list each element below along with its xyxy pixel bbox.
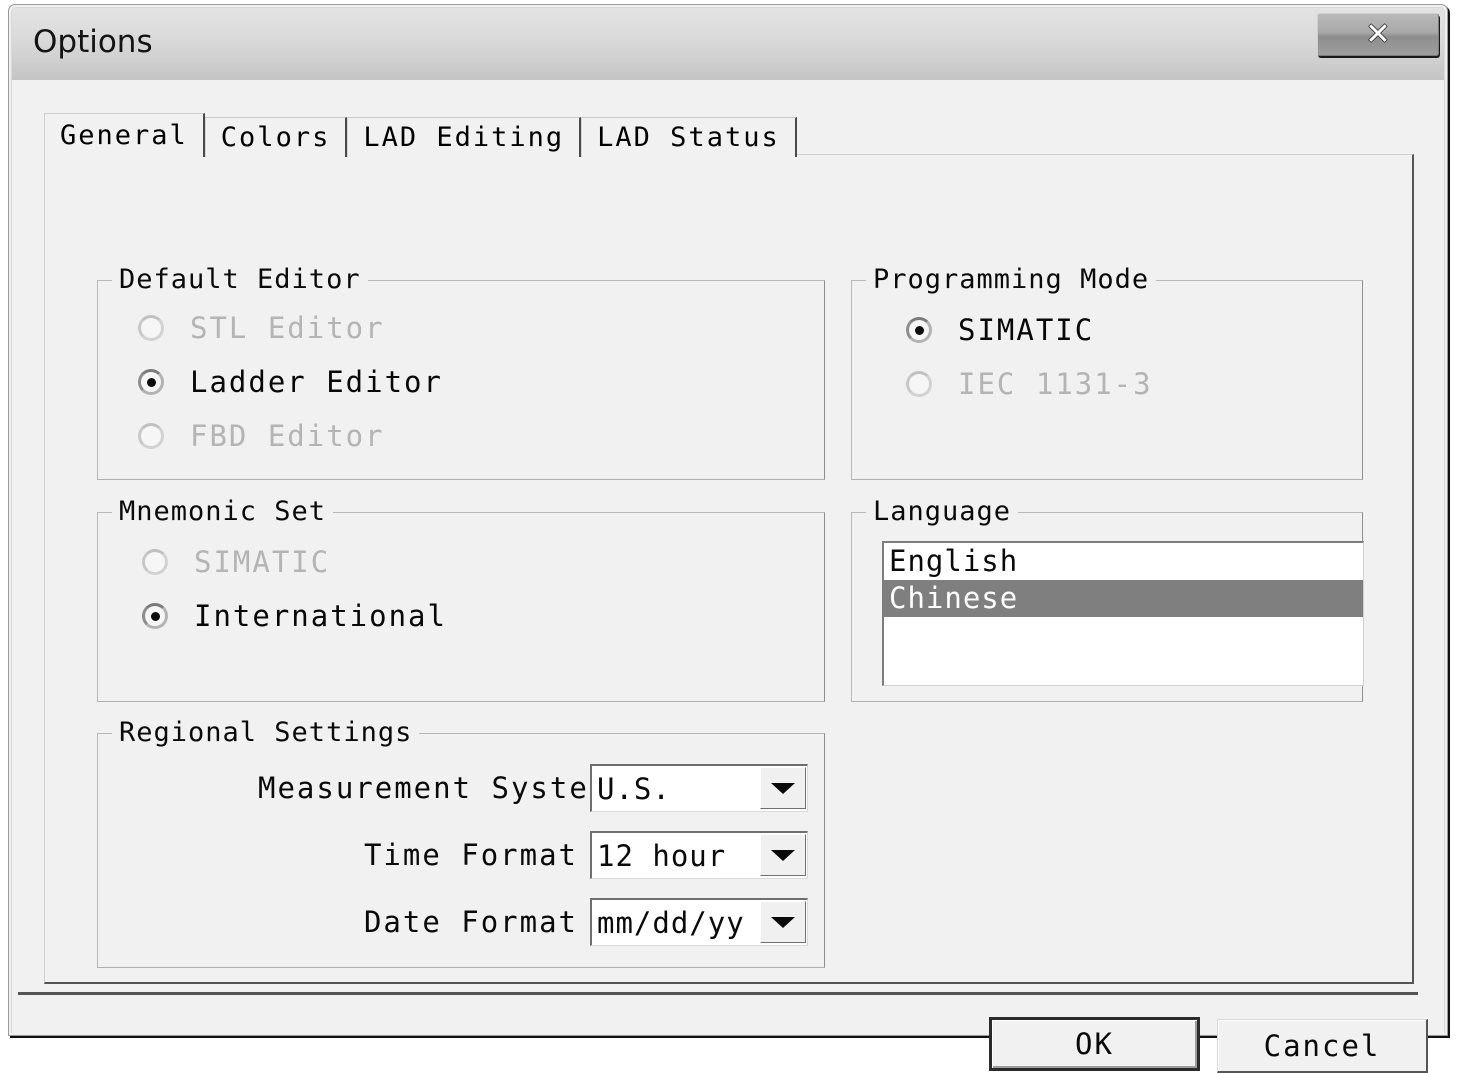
- tab-colors[interactable]: Colors: [204, 117, 348, 157]
- cancel-button-label: Cancel: [1263, 1028, 1381, 1063]
- tab-colors-label: Colors: [220, 122, 331, 153]
- field-measurement-system-label: Measurement System: [258, 771, 609, 805]
- time-format-combobox[interactable]: 12 hour: [590, 831, 808, 879]
- close-icon: ✕: [1365, 16, 1391, 52]
- radio-simatic-mode[interactable]: SIMATIC: [906, 313, 1094, 347]
- tab-lad-editing[interactable]: LAD Editing: [347, 117, 582, 157]
- field-date-format-label: Date Format: [363, 905, 578, 939]
- radio-stl-editor-label: STL Editor: [190, 311, 385, 345]
- radio-stl-editor[interactable]: STL Editor: [138, 311, 385, 345]
- field-time-format: Time Format 12 hour: [258, 831, 808, 879]
- radio-mnemonic-simatic[interactable]: SIMATIC: [142, 545, 330, 579]
- radio-circle-icon: [142, 549, 168, 575]
- radio-circle-selected-icon: [138, 369, 164, 395]
- field-measurement-system: Measurement System U.S.: [258, 764, 808, 812]
- date-format-combobox[interactable]: mm/dd/yy: [590, 898, 808, 946]
- group-programming-mode: Programming Mode SIMATIC IEC 1131-3: [851, 264, 1363, 480]
- group-language-label: Language: [866, 496, 1019, 527]
- options-dialog-window: Options ✕ General Colors LAD Editing LAD…: [8, 4, 1448, 1073]
- chevron-down-icon[interactable]: [760, 767, 806, 809]
- radio-ladder-editor-label: Ladder Editor: [190, 365, 443, 399]
- date-format-value: mm/dd/yy: [597, 905, 745, 940]
- group-regional-settings-label: Regional Settings: [112, 717, 420, 748]
- radio-iec-1131-3[interactable]: IEC 1131-3: [906, 367, 1153, 401]
- ok-button-label: OK: [1075, 1027, 1114, 1061]
- tab-lad-editing-label: LAD Editing: [363, 122, 565, 153]
- title-bar[interactable]: Options ✕: [12, 8, 1444, 80]
- measurement-system-combobox[interactable]: U.S.: [590, 764, 808, 812]
- tab-strip: General Colors LAD Editing LAD Status: [44, 113, 797, 157]
- radio-ladder-editor[interactable]: Ladder Editor: [138, 365, 443, 399]
- radio-circle-selected-icon: [906, 317, 932, 343]
- group-mnemonic-set-label: Mnemonic Set: [112, 496, 334, 527]
- footer-separator: [18, 992, 1418, 995]
- tab-general[interactable]: General: [44, 113, 205, 157]
- tab-lad-status-label: LAD Status: [597, 122, 780, 153]
- group-default-editor: Default Editor STL Editor Ladder Editor …: [97, 264, 825, 480]
- chevron-down-icon[interactable]: [760, 834, 806, 876]
- list-item-chinese[interactable]: Chinese: [884, 580, 1363, 617]
- radio-fbd-editor-label: FBD Editor: [190, 419, 385, 453]
- group-language: Language English Chinese: [851, 496, 1364, 702]
- dialog-body: General Colors LAD Editing LAD Status De…: [12, 80, 1444, 1073]
- radio-circle-icon: [138, 423, 164, 449]
- radio-circle-icon: [138, 315, 164, 341]
- time-format-value: 12 hour: [597, 838, 727, 873]
- close-button[interactable]: ✕: [1317, 13, 1439, 56]
- chevron-down-icon[interactable]: [760, 901, 806, 943]
- radio-mnemonic-international-label: International: [194, 599, 447, 633]
- measurement-system-value: U.S.: [597, 771, 671, 806]
- radio-circle-selected-icon: [142, 603, 168, 629]
- radio-mnemonic-simatic-label: SIMATIC: [194, 545, 331, 579]
- window-title: Options: [33, 24, 153, 60]
- cancel-button[interactable]: Cancel: [1217, 1019, 1428, 1073]
- tab-lad-status[interactable]: LAD Status: [581, 117, 797, 157]
- radio-iec-1131-3-label: IEC 1131-3: [958, 367, 1153, 401]
- field-time-format-label: Time Format: [363, 838, 578, 872]
- ok-button[interactable]: OK: [989, 1017, 1200, 1071]
- group-mnemonic-set: Mnemonic Set SIMATIC International: [97, 496, 825, 702]
- list-item-english-label: English: [889, 544, 1019, 578]
- field-date-format: Date Format mm/dd/yy: [258, 898, 808, 946]
- radio-mnemonic-international[interactable]: International: [142, 599, 447, 633]
- language-listbox[interactable]: English Chinese: [882, 541, 1364, 686]
- group-regional-settings: Regional Settings Measurement System U.S…: [97, 717, 825, 968]
- group-programming-mode-label: Programming Mode: [866, 264, 1157, 295]
- tab-general-label: General: [60, 120, 188, 151]
- radio-simatic-mode-label: SIMATIC: [958, 313, 1095, 347]
- radio-fbd-editor[interactable]: FBD Editor: [138, 419, 385, 453]
- tab-panel-general: Default Editor STL Editor Ladder Editor …: [44, 154, 1414, 984]
- radio-circle-icon: [906, 371, 932, 397]
- list-item-chinese-label: Chinese: [889, 581, 1019, 615]
- group-default-editor-label: Default Editor: [112, 264, 368, 295]
- list-item-english[interactable]: English: [884, 543, 1363, 580]
